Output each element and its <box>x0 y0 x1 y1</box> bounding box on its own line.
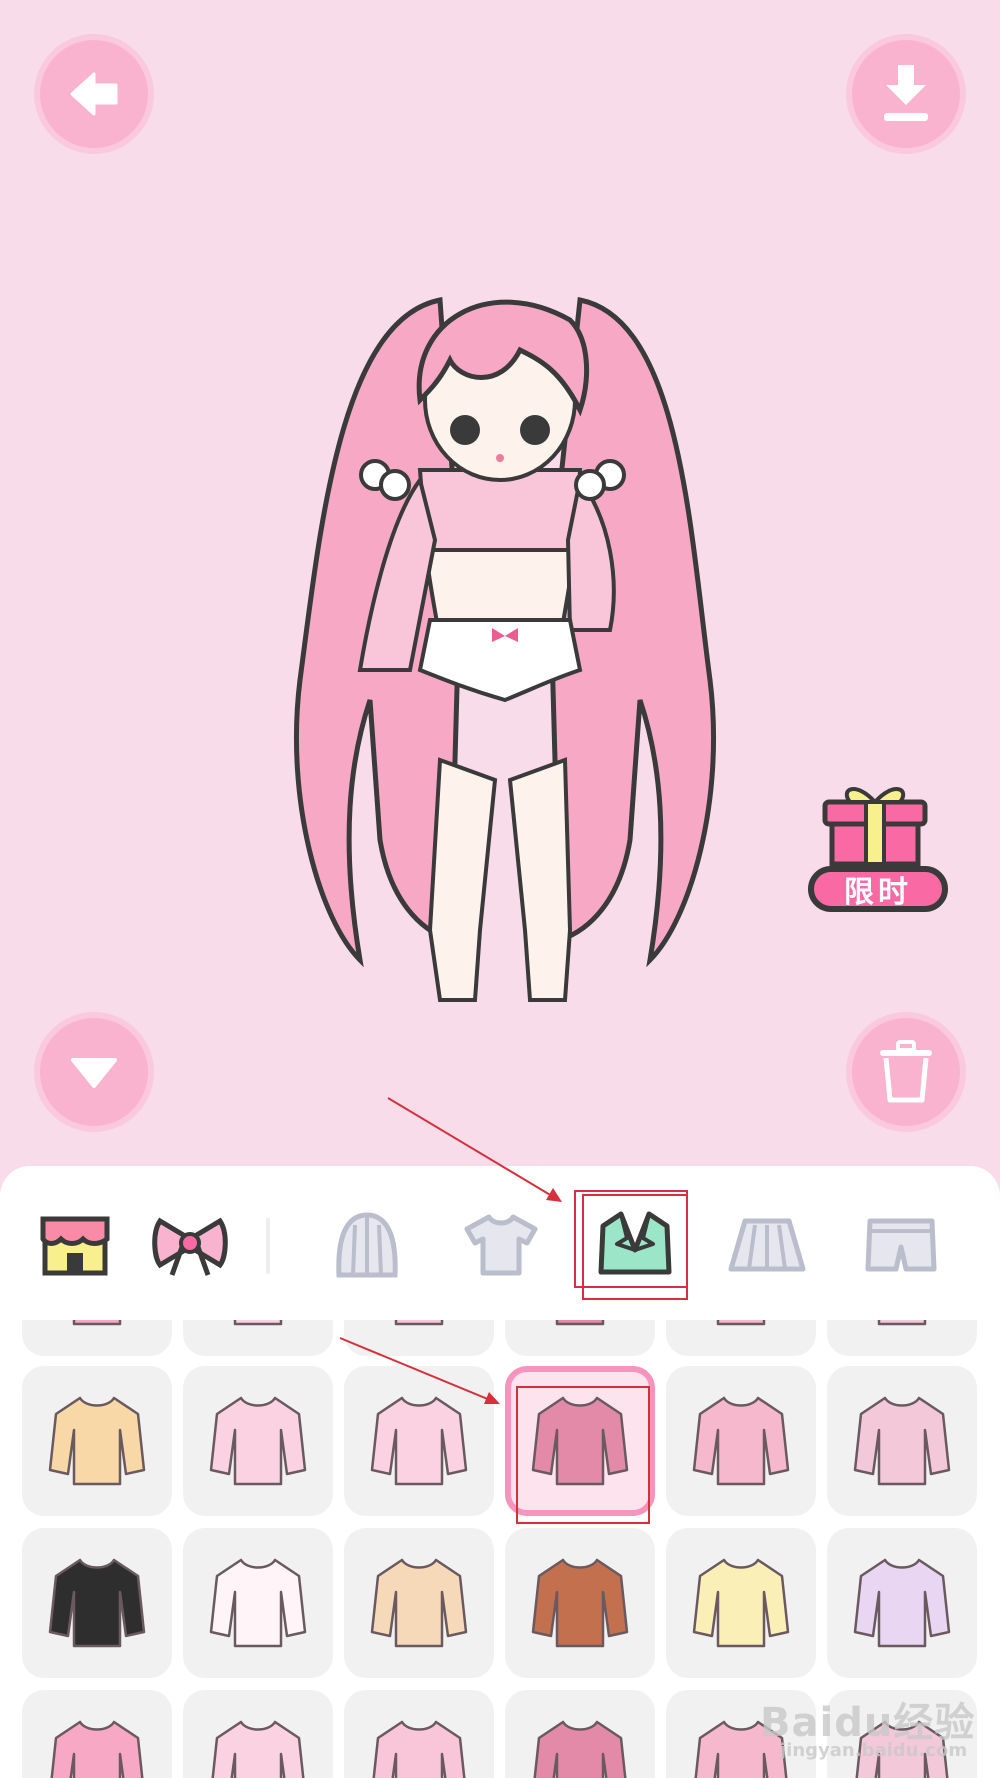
watermark-url: jingyan.baidu.com <box>780 1740 968 1761</box>
item-brown-robe[interactable] <box>505 1528 655 1678</box>
category-divider <box>266 1218 270 1274</box>
clothing-thumbnail-icon <box>209 1558 307 1648</box>
item-item-row4-3[interactable] <box>344 1690 494 1778</box>
item-photo-frame-card[interactable] <box>344 1366 494 1516</box>
back-button[interactable] <box>34 34 154 154</box>
clothing-thumbnail-icon <box>370 1396 468 1486</box>
wardrobe-panel <box>0 1166 1000 1778</box>
clothing-thumbnail-icon <box>853 1558 951 1648</box>
clothing-thumbnail-icon <box>211 1720 305 1778</box>
clothing-thumbnail-icon <box>394 1320 444 1326</box>
category-skirt[interactable] <box>722 1202 812 1292</box>
item-white-coat[interactable] <box>183 1528 333 1678</box>
clothing-thumbnail-icon <box>716 1320 766 1326</box>
item-beige-cardigan[interactable] <box>344 1528 494 1678</box>
chevron-down-icon <box>69 1054 119 1090</box>
clothing-thumbnail-icon <box>233 1320 283 1326</box>
clothing-thumbnail-icon <box>877 1320 927 1326</box>
clothing-thumbnail-icon <box>533 1720 627 1778</box>
trash-icon <box>876 1040 936 1104</box>
annotation-box-selected-item <box>516 1386 650 1524</box>
item-item-partial-4[interactable] <box>505 1320 655 1356</box>
shop-icon <box>39 1213 111 1281</box>
clothing-thumbnail-icon <box>48 1558 146 1648</box>
collapse-panel-button[interactable] <box>34 1012 154 1132</box>
category-bow[interactable] <box>145 1202 235 1292</box>
item-item-partial-3[interactable] <box>344 1320 494 1356</box>
clothing-thumbnail-icon <box>72 1320 122 1326</box>
skirt-icon <box>727 1215 807 1279</box>
item-striped-sweater[interactable] <box>827 1528 977 1678</box>
item-pink-bow-blouse[interactable] <box>183 1366 333 1516</box>
item-item-row4-4[interactable] <box>505 1690 655 1778</box>
clothing-thumbnail-icon <box>209 1396 307 1486</box>
item-yellow-jacket[interactable] <box>666 1528 816 1678</box>
clothing-thumbnail-icon <box>50 1720 144 1778</box>
clothing-thumbnail-icon <box>555 1320 605 1326</box>
dress-up-character <box>280 280 730 1080</box>
item-item-partial-2[interactable] <box>183 1320 333 1356</box>
item-item-partial-5[interactable] <box>666 1320 816 1356</box>
hair-icon <box>331 1209 403 1285</box>
shorts-icon <box>864 1217 938 1277</box>
item-black-hoodie[interactable] <box>22 1528 172 1678</box>
clothing-thumbnail-icon <box>692 1558 790 1648</box>
download-button[interactable] <box>846 34 966 154</box>
clothing-thumbnail-icon <box>853 1396 951 1486</box>
clothing-thumbnail-icon <box>48 1396 146 1486</box>
back-arrow-icon <box>64 69 124 119</box>
baidu-watermark: Baidu经验 jingyan.baidu.com <box>760 1690 990 1770</box>
gift-label: 限时 <box>808 866 948 912</box>
clear-outfit-button[interactable] <box>846 1012 966 1132</box>
bow-icon <box>152 1213 228 1281</box>
clothing-thumbnail-icon <box>372 1720 466 1778</box>
item-item-partial-6[interactable] <box>827 1320 977 1356</box>
t-shirt-icon <box>463 1213 539 1281</box>
limited-time-gift[interactable]: 限时 <box>790 780 960 930</box>
category-shop[interactable] <box>30 1202 120 1292</box>
item-pink-shrug[interactable] <box>666 1366 816 1516</box>
clothing-thumbnail-icon <box>370 1558 468 1648</box>
item-cropped-top[interactable] <box>22 1366 172 1516</box>
category-hair[interactable] <box>322 1202 412 1292</box>
item-item-row4-1[interactable] <box>22 1690 172 1778</box>
clothing-thumbnail-icon <box>692 1396 790 1486</box>
item-item-row4-2[interactable] <box>183 1690 333 1778</box>
category-bar <box>0 1166 1000 1316</box>
gift-box-icon <box>820 780 930 874</box>
download-icon <box>878 61 934 127</box>
category-shorts[interactable] <box>856 1202 946 1292</box>
clothing-thumbnail-icon <box>531 1558 629 1648</box>
annotation-box-jacket-tab <box>574 1190 688 1288</box>
category-top[interactable] <box>456 1202 546 1292</box>
dress-up-stage: 限时 <box>0 0 1000 1180</box>
item-pink-bomber-jacket[interactable] <box>827 1366 977 1516</box>
item-item-partial-1[interactable] <box>22 1320 172 1356</box>
